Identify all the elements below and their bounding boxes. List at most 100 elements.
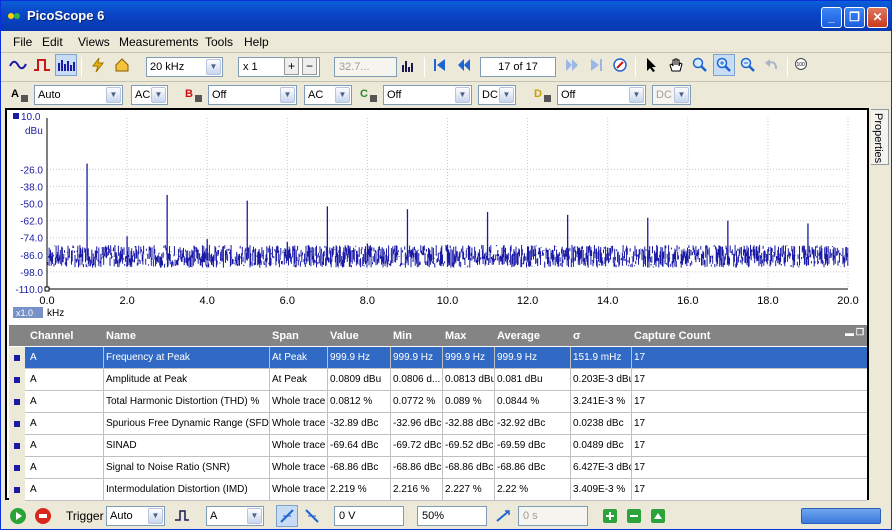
channel-color-swatch — [14, 465, 20, 471]
menu-file[interactable]: File — [13, 35, 32, 49]
column-divider — [390, 347, 391, 369]
menu-help[interactable]: Help — [244, 35, 269, 49]
hand-icon — [669, 58, 683, 72]
minus-icon[interactable]: − — [302, 57, 317, 75]
y-axis-unit-label: dBu — [25, 126, 43, 137]
scope-mode-icon[interactable] — [7, 54, 29, 76]
close-button[interactable]: ✕ — [867, 7, 888, 28]
trigger-mode-select[interactable]: Auto ▼ — [106, 506, 165, 526]
header-value[interactable]: Value — [330, 330, 359, 342]
maximize-button[interactable]: ❐ — [844, 7, 865, 28]
timebase-select[interactable]: 20 kHz ▼ — [146, 57, 223, 77]
samples-field[interactable]: 32.7... — [334, 57, 397, 77]
header-max[interactable]: Max — [445, 330, 466, 342]
default-setup-icon[interactable] — [111, 54, 133, 76]
undo-zoom-icon[interactable] — [761, 54, 783, 76]
probe-icon[interactable] — [543, 94, 552, 103]
zoom-window-icon[interactable] — [689, 54, 711, 76]
post-trigger-icon[interactable] — [492, 505, 514, 527]
channel-b-coupling-select[interactable]: AC ▼ — [304, 85, 352, 105]
restore-panel-icon[interactable]: ❐ — [856, 327, 864, 338]
last-buffer-icon[interactable] — [585, 54, 607, 76]
delay-field[interactable]: 0 s — [518, 506, 588, 526]
channel-d-range-select[interactable]: Off ▼ — [557, 85, 646, 105]
minimize-panel-icon[interactable]: ▬ — [845, 328, 854, 338]
minimize-button[interactable]: _ — [821, 7, 842, 28]
menu-views[interactable]: Views — [78, 35, 110, 49]
cell-capture-count: 17 — [634, 418, 646, 429]
table-header: Channel Name Span Value Min Max Average … — [9, 326, 867, 346]
properties-tab[interactable]: Properties — [871, 109, 889, 165]
spectrum-mode-icon[interactable] — [55, 54, 77, 76]
zoom-to-fit-icon[interactable]: 100 — [791, 54, 813, 76]
table-row[interactable]: A Frequency at Peak At Peak 999.9 Hz 999.9 H… — [9, 347, 867, 369]
table-row[interactable]: A Spurious Free Dynamic Range (SFDR) Whole… — [9, 413, 867, 435]
plus-icon[interactable]: + — [284, 57, 299, 75]
spectrum-plot[interactable]: -26.0-38.0-50.0-62.0-74.0-86.0-98.0-110.… — [7, 110, 867, 322]
header-name[interactable]: Name — [106, 330, 136, 342]
header-span[interactable]: Span — [272, 330, 299, 342]
header-sigma[interactable]: σ — [573, 330, 581, 342]
edit-measurement-button[interactable] — [647, 505, 669, 527]
column-divider — [103, 369, 104, 391]
delete-measurement-button[interactable] — [623, 505, 645, 527]
zoom-in-icon[interactable] — [713, 54, 735, 76]
title-bar: PicoScope 6 _ ❐ ✕ — [1, 1, 891, 31]
cell-max: -32.88 dBc — [445, 418, 494, 429]
column-divider — [327, 369, 328, 391]
header-capture-count[interactable]: Capture Count — [634, 330, 710, 342]
pre-trigger-field[interactable]: 50% — [417, 506, 487, 526]
cell-sigma: 6.427E-3 dBc — [573, 462, 631, 473]
menu-measurements[interactable]: Measurements — [119, 35, 198, 49]
y-axis-top-label: 10.0 — [21, 112, 41, 123]
rising-edge-button[interactable] — [276, 505, 298, 527]
zoom-out-icon[interactable] — [737, 54, 759, 76]
column-divider — [269, 347, 270, 369]
cell-min: 0.0772 % — [393, 396, 436, 407]
table-row[interactable]: A Intermodulation Distortion (IMD) Whole t… — [9, 479, 867, 501]
add-measurement-button[interactable] — [599, 505, 621, 527]
row-marker — [9, 435, 25, 457]
menu-tools[interactable]: Tools — [205, 35, 233, 49]
channel-a-range-select[interactable]: Auto ▼ — [34, 85, 123, 105]
table-row[interactable]: A Amplitude at Peak At Peak 0.0809 dBu 0.080… — [9, 369, 867, 391]
stop-button[interactable] — [32, 505, 54, 527]
spectrum-view[interactable]: -26.0 -38.0 -50.0 -62.0 -74.0 -86.0 -98.0 -110.… — [5, 108, 869, 501]
persistence-mode-icon[interactable] — [31, 54, 53, 76]
select-tool-icon[interactable] — [641, 54, 663, 76]
auto-setup-icon[interactable] — [87, 54, 109, 76]
table-row[interactable]: A SINAD Whole trace -69.64 dBc -69.72 dBc -69… — [9, 435, 867, 457]
falling-edge-button[interactable] — [301, 505, 323, 527]
channel-a-coupling-select[interactable]: AC ▼ — [131, 85, 168, 105]
run-button[interactable] — [7, 505, 29, 527]
cell-max: -68.86 dBc — [445, 462, 494, 473]
buffer-overview-icon[interactable] — [609, 54, 631, 76]
first-buffer-icon[interactable] — [429, 54, 451, 76]
trigger-channel-select[interactable]: A ▼ — [206, 506, 264, 526]
table-row[interactable]: A Total Harmonic Distortion (THD) % Whole … — [9, 391, 867, 413]
probe-icon[interactable] — [369, 94, 378, 103]
channel-d-coupling-select[interactable]: DC ▼ — [652, 85, 691, 105]
header-min[interactable]: Min — [393, 330, 412, 342]
next-buffer-icon[interactable] — [561, 54, 583, 76]
probe-icon[interactable] — [20, 94, 29, 103]
y-tick-label: -62.0 — [20, 217, 43, 228]
table-row[interactable]: A Signal to Noise Ratio (SNR) Whole trace -… — [9, 457, 867, 479]
cell-average: 0.0844 % — [497, 396, 540, 407]
sample-settings-icon[interactable] — [399, 54, 421, 76]
hand-tool-icon[interactable] — [665, 54, 687, 76]
chevron-down-icon: ▼ — [148, 508, 163, 524]
channel-c-coupling-select[interactable]: DC ▼ — [478, 85, 516, 105]
header-channel[interactable]: Channel — [30, 330, 73, 342]
header-average[interactable]: Average — [497, 330, 540, 342]
column-divider — [494, 413, 495, 435]
channel-b-range-select[interactable]: Off ▼ — [208, 85, 297, 105]
advanced-trigger-icon[interactable] — [171, 505, 193, 527]
probe-icon[interactable] — [194, 94, 203, 103]
chevron-down-icon: ▼ — [499, 87, 514, 103]
buffer-navigator-field[interactable]: 17 of 17 — [480, 57, 556, 77]
channel-c-range-select[interactable]: Off ▼ — [383, 85, 472, 105]
threshold-field[interactable]: 0 V — [334, 506, 404, 526]
previous-buffer-icon[interactable] — [453, 54, 475, 76]
menu-edit[interactable]: Edit — [42, 35, 63, 49]
